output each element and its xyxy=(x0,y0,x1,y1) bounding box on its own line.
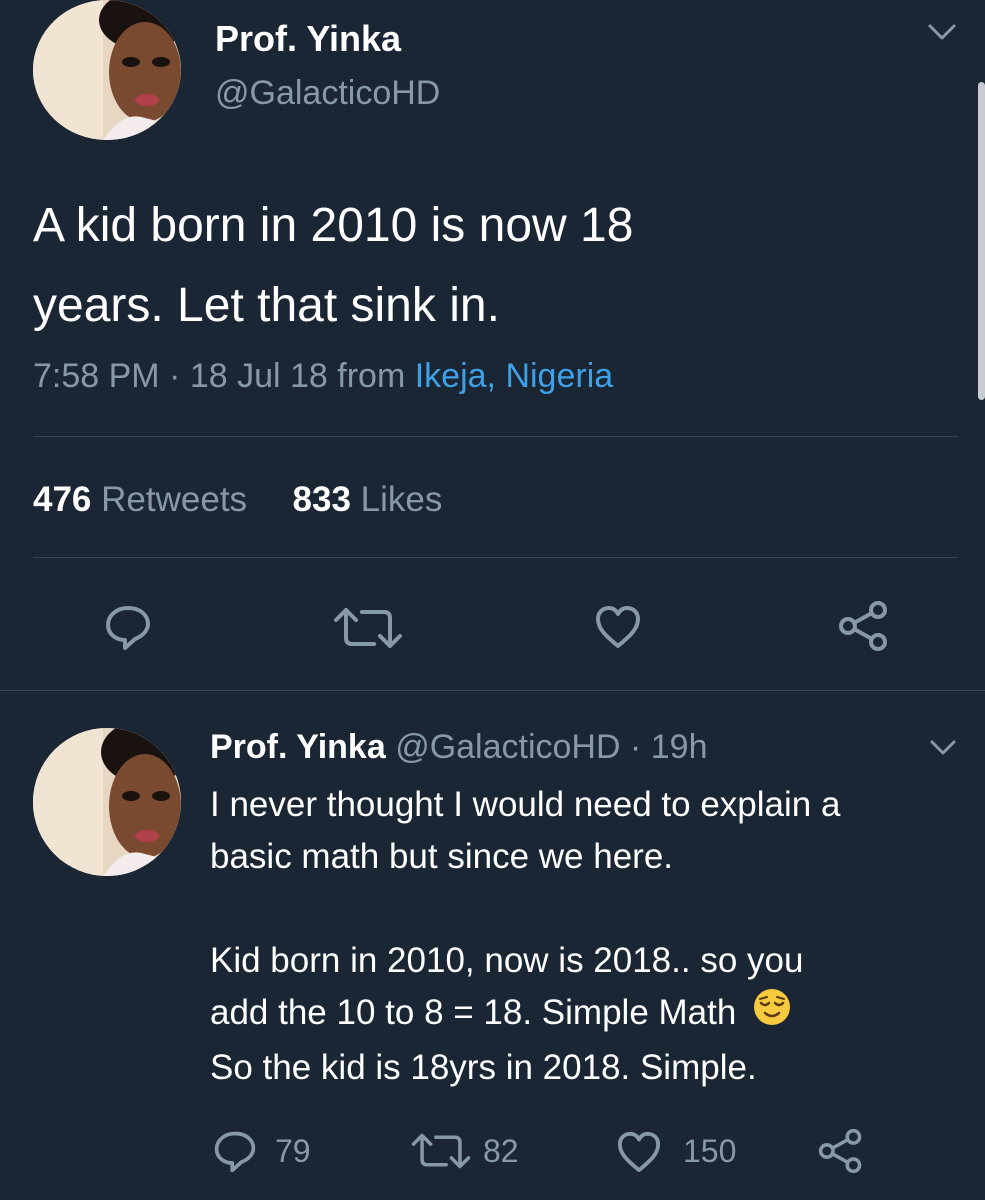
user-handle[interactable]: @GalacticoHD xyxy=(215,74,440,113)
likes-count[interactable]: 833 xyxy=(293,480,351,519)
retweet-count: 82 xyxy=(483,1133,519,1169)
tweet-text: A kid born in 2010 is now 18 years. Let … xyxy=(33,186,633,346)
chevron-down-icon[interactable] xyxy=(924,20,960,46)
tweet-timestamp: 7:58 PM · 18 Jul 18 from Ikeja, Nigeria xyxy=(33,357,613,396)
tweet-text-line: A kid born in 2010 is now 18 xyxy=(33,199,634,252)
reply-text-fragment: add the 10 to 8 = 18. Simple Math xyxy=(210,993,737,1032)
reply-icon[interactable] xyxy=(103,602,153,652)
like-icon[interactable] xyxy=(594,604,642,650)
reply-display-name[interactable]: Prof. Yinka xyxy=(210,728,386,766)
reply-handle-time[interactable]: @GalacticoHD · 19h xyxy=(395,728,707,766)
divider xyxy=(33,436,958,437)
retweets-label[interactable]: Retweets xyxy=(101,480,247,519)
divider xyxy=(0,690,985,691)
reply-avatar[interactable] xyxy=(33,728,181,876)
retweet-icon[interactable] xyxy=(332,606,404,650)
reply-text-line: add the 10 to 8 = 18. Simple Math xyxy=(210,987,840,1042)
reply-icon[interactable] xyxy=(212,1128,258,1174)
timestamp-text: 7:58 PM · 18 Jul 18 from xyxy=(33,357,415,395)
retweets-count[interactable]: 476 xyxy=(33,480,91,519)
tweet-text-line: years. Let that sink in. xyxy=(33,279,500,332)
divider xyxy=(33,557,958,558)
avatar-photo xyxy=(33,0,181,140)
like-count: 150 xyxy=(683,1133,737,1169)
retweet-icon[interactable] xyxy=(410,1132,472,1170)
display-name[interactable]: Prof. Yinka xyxy=(215,18,401,60)
reply-text-line: Kid born in 2010, now is 2018.. so you xyxy=(210,941,804,980)
reply-text-line: basic math but since we here. xyxy=(210,837,674,876)
likes-label[interactable]: Likes xyxy=(361,480,443,519)
reply-header: Prof. Yinka @GalacticoHD · 19h xyxy=(210,728,707,767)
reply-text-line: I never thought I would need to explain … xyxy=(210,785,841,824)
reply-count: 79 xyxy=(275,1133,311,1169)
relieved-face-emoji xyxy=(752,987,792,1042)
reply-text-line: So the kid is 18yrs in 2018. Simple. xyxy=(210,1048,757,1088)
scrollbar[interactable] xyxy=(978,82,985,400)
location-link[interactable]: Ikeja, Nigeria xyxy=(415,357,613,395)
chevron-down-icon[interactable] xyxy=(926,736,960,760)
share-icon[interactable] xyxy=(838,600,890,652)
like-icon[interactable] xyxy=(616,1130,662,1174)
reply-text: I never thought I would need to explain … xyxy=(210,779,840,1094)
share-icon[interactable] xyxy=(818,1128,864,1174)
avatar[interactable] xyxy=(33,0,181,140)
tweet-stats: 476 Retweets 833 Likes xyxy=(33,480,442,520)
avatar-photo xyxy=(33,728,181,876)
